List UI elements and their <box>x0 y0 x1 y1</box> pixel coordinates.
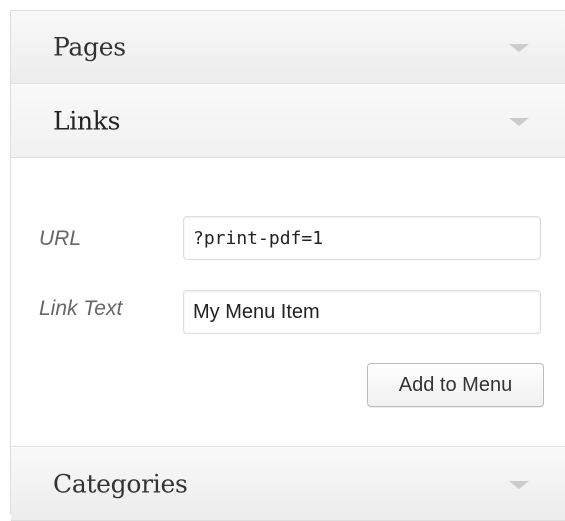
section-title-links: Links <box>53 106 121 136</box>
url-input[interactable] <box>183 216 541 260</box>
link-text-label: Link Text <box>39 297 123 320</box>
menu-items-accordion: Pages Links URL Link Text Add to Menu Ca… <box>10 10 565 521</box>
accordion-section-categories[interactable]: Categories <box>11 448 565 521</box>
add-to-menu-button[interactable]: Add to Menu <box>367 363 544 407</box>
url-label: URL <box>39 227 82 250</box>
link-text-input[interactable] <box>183 290 541 334</box>
accordion-section-links[interactable]: Links <box>11 85 565 158</box>
chevron-down-icon[interactable] <box>509 118 529 126</box>
links-section-body: URL Link Text Add to Menu <box>11 158 565 447</box>
chevron-down-icon[interactable] <box>509 481 529 489</box>
section-title-pages: Pages <box>53 32 126 62</box>
section-title-categories: Categories <box>53 469 188 499</box>
chevron-down-icon[interactable] <box>509 44 529 52</box>
accordion-section-pages[interactable]: Pages <box>11 11 565 84</box>
